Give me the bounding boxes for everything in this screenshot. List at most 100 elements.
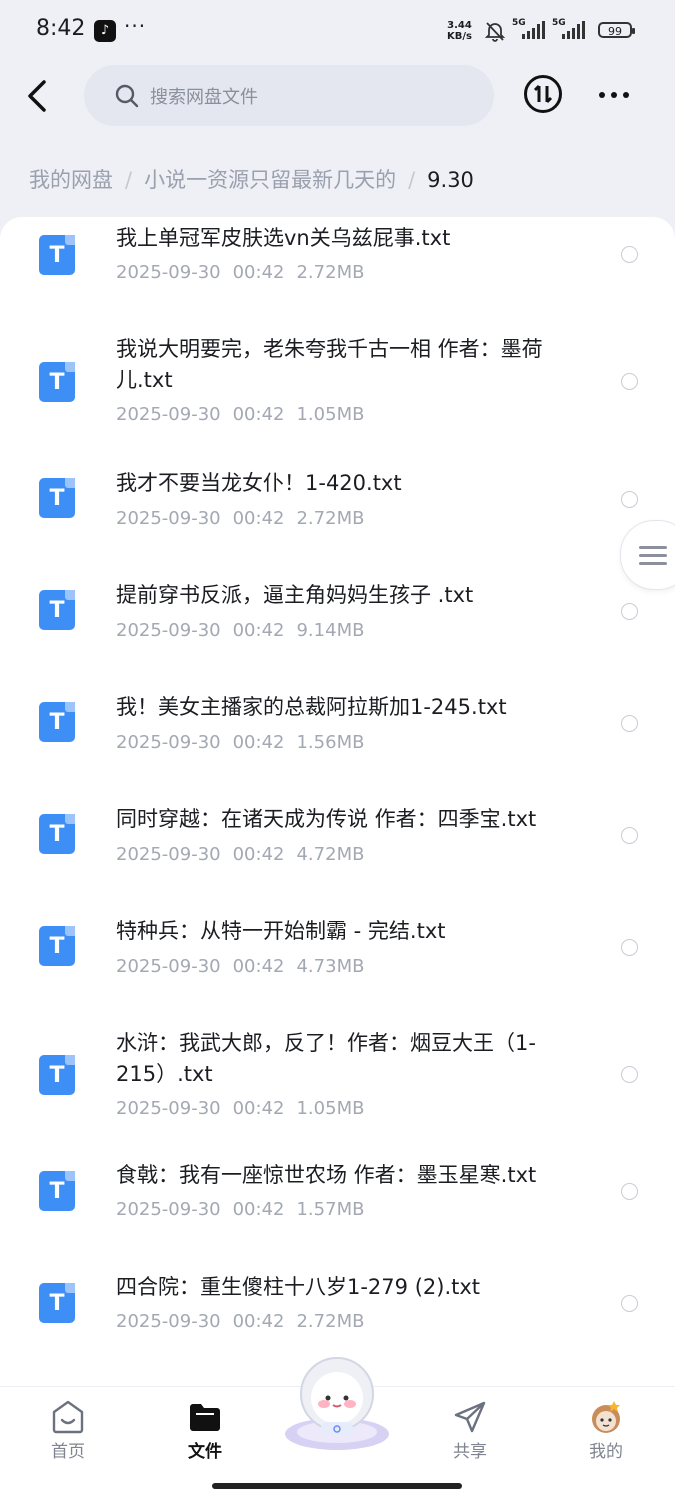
select-checkbox[interactable] bbox=[621, 373, 638, 390]
file-name: 四合院：重生傻柱十八岁1-279 (2).txt bbox=[116, 1275, 481, 1299]
select-checkbox[interactable] bbox=[621, 939, 638, 956]
text-file-icon: T bbox=[39, 235, 75, 275]
file-date: 2025-09-30 bbox=[116, 1199, 221, 1220]
file-size: 2.72MB bbox=[296, 508, 365, 529]
mascot-assistant-button[interactable] bbox=[277, 1352, 397, 1452]
select-checkbox[interactable] bbox=[621, 1295, 638, 1312]
file-time: 00:42 bbox=[232, 956, 285, 977]
file-row[interactable]: T 我说大明要完，老朱夸我千古一相 作者：墨荷儿.txt 2025-09-30 0… bbox=[0, 327, 675, 437]
signal-1-label: 5G bbox=[512, 18, 526, 28]
select-checkbox[interactable] bbox=[621, 246, 638, 263]
file-time: 00:42 bbox=[232, 732, 285, 753]
text-file-icon: T bbox=[39, 1055, 75, 1095]
file-name: 我上单冠军皮肤选vn关乌兹屁事.txt bbox=[116, 226, 451, 250]
file-row[interactable]: T 食戟：我有一座惊世农场 作者：墨玉星寒.txt 2025-09-30 00:4… bbox=[0, 1156, 675, 1246]
home-indicator bbox=[212, 1483, 462, 1489]
text-file-icon: T bbox=[39, 1171, 75, 1211]
more-options-button[interactable] bbox=[594, 80, 634, 110]
text-file-icon: T bbox=[39, 478, 75, 518]
file-size: 4.73MB bbox=[296, 956, 365, 977]
dot-icon bbox=[611, 92, 617, 98]
select-checkbox[interactable] bbox=[621, 491, 638, 508]
search-placeholder: 搜索网盘文件 bbox=[150, 87, 258, 108]
file-size: 1.05MB bbox=[296, 1098, 365, 1119]
search-input[interactable]: 搜索网盘文件 bbox=[84, 65, 494, 126]
battery-indicator: 99 bbox=[598, 22, 635, 38]
menu-line-icon bbox=[639, 562, 667, 565]
text-file-icon: T bbox=[39, 814, 75, 854]
select-checkbox[interactable] bbox=[621, 715, 638, 732]
file-size: 4.72MB bbox=[296, 844, 365, 865]
file-name: 我说大明要完，老朱夸我千古一相 作者：墨荷儿.txt bbox=[116, 337, 543, 392]
menu-line-icon bbox=[639, 554, 667, 557]
nav-home[interactable]: 首页 bbox=[13, 1387, 123, 1477]
file-size: 1.05MB bbox=[296, 404, 365, 425]
file-time: 00:42 bbox=[232, 262, 285, 283]
back-button[interactable] bbox=[22, 76, 54, 116]
nav-mine-label: 我的 bbox=[589, 1442, 623, 1462]
file-date: 2025-09-30 bbox=[116, 1098, 221, 1119]
nav-files-label: 文件 bbox=[188, 1442, 222, 1462]
file-name: 提前穿书反派，逼主角妈妈生孩子 .txt bbox=[116, 583, 474, 607]
breadcrumb-root[interactable]: 我的网盘 bbox=[29, 168, 113, 192]
select-checkbox[interactable] bbox=[621, 1183, 638, 1200]
file-row[interactable]: T 四合院：重生傻柱十八岁1-279 (2).txt 2025-09-30 00:… bbox=[0, 1268, 675, 1358]
avatar-icon bbox=[592, 1401, 620, 1433]
file-date: 2025-09-30 bbox=[116, 262, 221, 283]
file-row[interactable]: T 提前穿书反派，逼主角妈妈生孩子 .txt 2025-09-30 00:42 9.… bbox=[0, 574, 675, 664]
status-bar: 8:42 ♪ ··· 3.44 KB/s 5G 5G 99 bbox=[0, 0, 675, 62]
file-name: 特种兵：从特一开始制霸 - 完结.txt bbox=[116, 919, 446, 943]
nav-share-label: 共享 bbox=[453, 1442, 487, 1462]
breadcrumb-folder[interactable]: 小说一资源只留最新几天的 bbox=[144, 168, 396, 192]
select-checkbox[interactable] bbox=[621, 1066, 638, 1083]
file-time: 00:42 bbox=[232, 404, 285, 425]
file-time: 00:42 bbox=[232, 1311, 285, 1332]
nav-share[interactable]: 共享 bbox=[415, 1387, 525, 1477]
breadcrumb: 我的网盘 / 小说一资源只留最新几天的 / 9.30 bbox=[29, 164, 474, 194]
file-name: 同时穿越：在诸天成为传说 作者：四季宝.txt bbox=[116, 807, 537, 831]
file-size: 1.56MB bbox=[296, 732, 365, 753]
dot-icon bbox=[623, 92, 629, 98]
file-meta: 2025-09-30 00:42 9.14MB bbox=[116, 620, 364, 641]
nav-home-label: 首页 bbox=[51, 1442, 85, 1462]
file-date: 2025-09-30 bbox=[116, 620, 221, 641]
signal-2-label: 5G bbox=[552, 18, 566, 28]
nav-mine[interactable]: 我的 bbox=[551, 1387, 661, 1477]
file-list: T 我上单冠军皮肤选vn关乌兹屁事.txt 2025-09-30 00:42 2.7… bbox=[0, 217, 675, 1387]
transfer-button[interactable] bbox=[524, 75, 562, 113]
folder-icon bbox=[190, 1404, 220, 1431]
file-row[interactable]: T 水浒：我武大郎，反了！作者：烟豆大王（1-215）.txt 2025-09-… bbox=[0, 1022, 675, 1132]
file-date: 2025-09-30 bbox=[116, 404, 221, 425]
text-file-icon: T bbox=[39, 590, 75, 630]
select-checkbox[interactable] bbox=[621, 827, 638, 844]
text-file-icon: T bbox=[39, 702, 75, 742]
file-meta: 2025-09-30 00:42 2.72MB bbox=[116, 508, 364, 529]
file-name: 水浒：我武大郎，反了！作者：烟豆大王（1-215）.txt bbox=[116, 1031, 536, 1086]
file-meta: 2025-09-30 00:42 1.05MB bbox=[116, 1098, 364, 1119]
breadcrumb-separator: / bbox=[125, 168, 133, 192]
file-date: 2025-09-30 bbox=[116, 1311, 221, 1332]
select-checkbox[interactable] bbox=[621, 603, 638, 620]
file-meta: 2025-09-30 00:42 4.73MB bbox=[116, 956, 364, 977]
home-face-icon bbox=[52, 1400, 84, 1434]
file-time: 00:42 bbox=[232, 620, 285, 641]
file-name: 我才不要当龙女仆！1-420.txt bbox=[116, 471, 402, 495]
tiktok-icon: ♪ bbox=[94, 20, 116, 42]
status-time: 8:42 bbox=[36, 16, 86, 41]
file-row[interactable]: T 同时穿越：在诸天成为传说 作者：四季宝.txt 2025-09-30 00:4… bbox=[0, 798, 675, 888]
file-date: 2025-09-30 bbox=[116, 508, 221, 529]
status-more-dots: ··· bbox=[124, 14, 147, 38]
transfer-arrows-icon bbox=[533, 84, 553, 104]
file-meta: 2025-09-30 00:42 4.72MB bbox=[116, 844, 364, 865]
file-size: 1.57MB bbox=[296, 1199, 365, 1220]
file-row[interactable]: T 我才不要当龙女仆！1-420.txt 2025-09-30 00:42 2.72… bbox=[0, 462, 675, 552]
file-date: 2025-09-30 bbox=[116, 844, 221, 865]
file-name: 我！美女主播家的总裁阿拉斯加1-245.txt bbox=[116, 695, 507, 719]
menu-line-icon bbox=[639, 546, 667, 549]
nav-files[interactable]: 文件 bbox=[150, 1387, 260, 1477]
file-row[interactable]: T 我！美女主播家的总裁阿拉斯加1-245.txt 2025-09-30 00:4… bbox=[0, 686, 675, 776]
network-speed: 3.44 KB/s bbox=[447, 20, 472, 42]
file-row[interactable]: T 我上单冠军皮肤选vn关乌兹屁事.txt 2025-09-30 00:42 2.7… bbox=[0, 217, 675, 317]
file-row[interactable]: T 特种兵：从特一开始制霸 - 完结.txt 2025-09-30 00:42 4.… bbox=[0, 910, 675, 1000]
file-time: 00:42 bbox=[232, 1199, 285, 1220]
